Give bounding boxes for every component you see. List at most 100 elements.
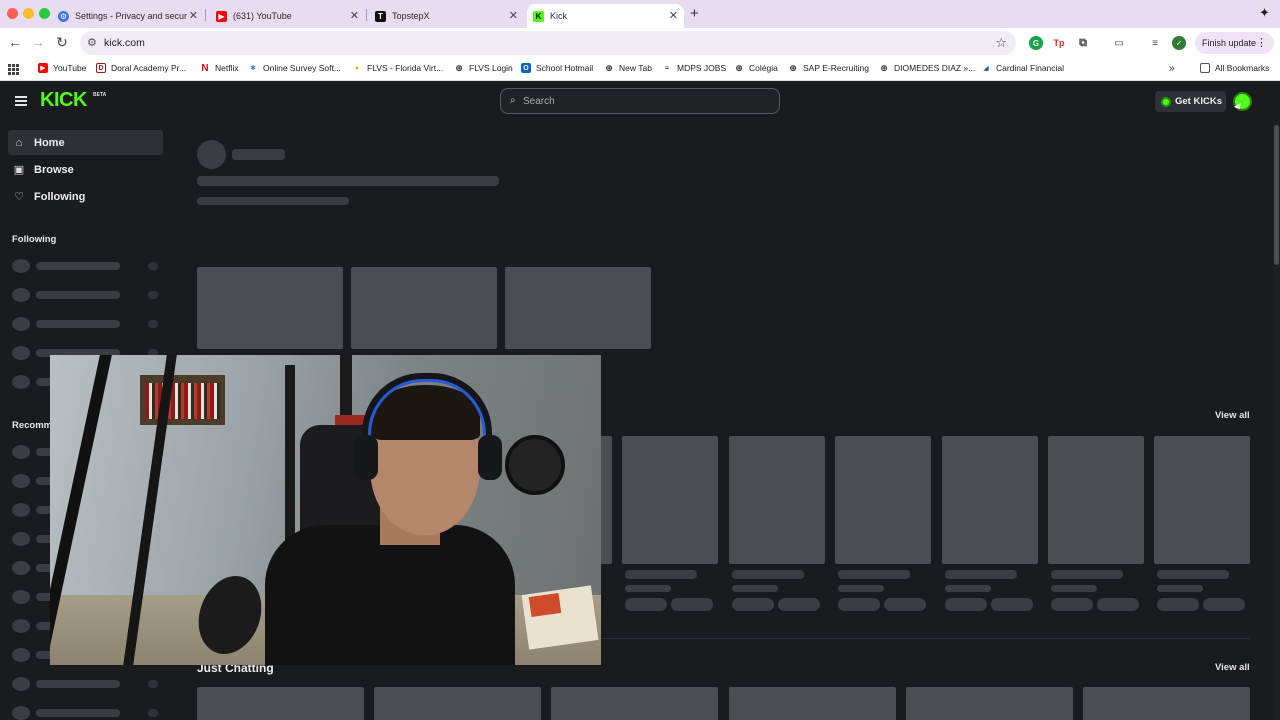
card-tag-skeleton: [884, 598, 926, 611]
just-chatting-card-skeleton[interactable]: [906, 687, 1073, 720]
just-chatting-card-skeleton[interactable]: [729, 687, 896, 720]
url-text[interactable]: kick.com: [104, 37, 145, 49]
view-all-link[interactable]: View all: [1215, 662, 1250, 673]
bookmark-colegia[interactable]: ⊕ Colégia: [734, 63, 778, 74]
featured-meta-skeleton: [197, 197, 349, 205]
card-title-skeleton: [945, 570, 1017, 579]
tab-separator: [205, 9, 206, 21]
stream-card-skeleton[interactable]: [942, 436, 1038, 564]
more-options-icon[interactable]: ⋮: [1256, 36, 1267, 49]
bookmark-sap-e-recruiting[interactable]: ⊕ SAP E-Recruiting: [788, 62, 869, 74]
home-icon: ⌂: [15, 136, 23, 149]
just-chatting-card-skeleton[interactable]: [374, 687, 541, 720]
card-tag-skeleton: [1051, 598, 1093, 611]
card-title-skeleton: [1157, 570, 1229, 579]
youtube-icon: ▶: [38, 63, 48, 73]
globe-icon: ⊕: [880, 62, 888, 73]
kick-logo[interactable]: KICK: [40, 89, 87, 112]
stream-card-skeleton[interactable]: [1154, 436, 1250, 564]
close-tab-icon[interactable]: ✕: [669, 9, 678, 22]
tab-kick[interactable]: K Kick ✕: [527, 4, 684, 28]
card-tag-skeleton: [991, 598, 1033, 611]
sidebar-item-home[interactable]: ⌂ Home: [8, 130, 163, 155]
address-bar[interactable]: ⚙ kick.com ☆: [80, 31, 1016, 55]
netflix-icon: N: [201, 62, 209, 74]
bookmark-cardinal-financial[interactable]: ◢ Cardinal Financial: [981, 63, 1064, 73]
card-meta-skeleton: [1051, 585, 1097, 592]
tab-separator: [366, 9, 367, 21]
page-scrollbar[interactable]: [1273, 121, 1280, 720]
card-meta-skeleton: [732, 585, 778, 592]
stream-card-skeleton[interactable]: [835, 436, 931, 564]
bookmark-flvs-login[interactable]: ⊕ FLVS Login: [454, 63, 513, 74]
menu-icon[interactable]: [15, 96, 27, 106]
globe-icon: ⊕: [789, 62, 797, 73]
stream-card-skeleton[interactable]: [729, 436, 825, 564]
featured-avatar-skeleton: [197, 140, 226, 169]
featured-card-skeleton[interactable]: [197, 267, 343, 349]
search-bar[interactable]: ⌕: [500, 88, 780, 114]
reload-button[interactable]: ↻: [54, 34, 70, 51]
sidebar-skeleton-row: [12, 288, 162, 302]
tab-youtube[interactable]: ▶ (631) YouTube ✕: [210, 4, 365, 28]
stream-card-skeleton[interactable]: [622, 436, 718, 564]
card-tag-skeleton: [778, 598, 820, 611]
maximize-window-button[interactable]: [39, 8, 50, 19]
scrollbar-thumb[interactable]: [1274, 125, 1279, 265]
new-tab-button[interactable]: +: [690, 5, 699, 22]
sidebar-skeleton-row: [12, 317, 162, 331]
tab-search-icon[interactable]: ✦: [1259, 5, 1270, 21]
close-window-button[interactable]: [7, 8, 18, 19]
bookmark-mdps-jobs[interactable]: ≈ MDPS JOBS: [662, 63, 726, 73]
view-all-link[interactable]: View all: [1215, 410, 1250, 421]
card-meta-skeleton: [945, 585, 991, 592]
just-chatting-card-skeleton[interactable]: [1083, 687, 1250, 720]
close-tab-icon[interactable]: ✕: [189, 9, 198, 22]
bookmark-star-icon[interactable]: ☆: [995, 35, 1007, 51]
bookmark-doral-academy[interactable]: D Doral Academy Pr...: [96, 63, 186, 73]
card-meta-skeleton: [838, 585, 884, 592]
more-bookmarks-chevron-icon[interactable]: »: [1169, 63, 1175, 74]
outlook-icon: O: [521, 63, 531, 73]
grammarly-extension-icon[interactable]: G: [1029, 36, 1043, 50]
bookmark-netflix[interactable]: N Netflix: [200, 62, 238, 74]
minimize-window-button[interactable]: [23, 8, 34, 19]
featured-card-skeleton[interactable]: [351, 267, 497, 349]
stream-card-skeleton[interactable]: [1048, 436, 1144, 564]
topstepx-icon: T: [375, 10, 386, 22]
media-controls-icon[interactable]: ≡: [1148, 36, 1162, 50]
card-meta-skeleton: [625, 585, 671, 592]
site-settings-icon[interactable]: ⚙: [87, 36, 97, 49]
extensions-puzzle-icon[interactable]: ⧉: [1076, 36, 1090, 50]
bookmark-youtube[interactable]: ▶ YouTube: [38, 63, 86, 73]
profile-avatar-icon[interactable]: ✓: [1172, 36, 1186, 50]
survey-icon: ✱: [250, 65, 256, 72]
following-heading: Following: [12, 234, 57, 245]
featured-card-skeleton[interactable]: [505, 267, 651, 349]
just-chatting-card-skeleton[interactable]: [197, 687, 364, 720]
just-chatting-card-skeleton[interactable]: [551, 687, 718, 720]
featured-name-skeleton: [232, 149, 285, 160]
finish-update-button[interactable]: Finish update ⋮: [1195, 32, 1274, 54]
sidebar-item-following[interactable]: ♡ Following: [8, 184, 163, 209]
doral-icon: D: [96, 63, 106, 73]
bookmark-school-hotmail[interactable]: O School Hotmail: [521, 63, 593, 73]
apps-grid-icon[interactable]: [8, 64, 19, 75]
search-input[interactable]: [523, 92, 763, 110]
back-button[interactable]: ←: [7, 34, 23, 50]
screen-cast-icon[interactable]: ▭: [1112, 36, 1126, 50]
bookmark-new-tab[interactable]: ⊕ New Tab: [604, 63, 652, 74]
bookmark-diomedes-diaz[interactable]: ⊕ DIOMEDES DIAZ »...: [879, 62, 975, 74]
tab-topstepx[interactable]: T TopstepX ✕: [369, 4, 524, 28]
close-tab-icon[interactable]: ✕: [350, 9, 359, 22]
all-bookmarks-button[interactable]: All Bookmarks: [1200, 63, 1269, 73]
bookmark-online-survey[interactable]: ✱ Online Survey Soft...: [248, 63, 341, 73]
card-tag-skeleton: [732, 598, 774, 611]
get-kicks-button[interactable]: Get KICKs: [1155, 91, 1226, 112]
tab-settings[interactable]: ⚙ Settings - Privacy and securi ✕: [52, 4, 204, 28]
sidebar-item-browse[interactable]: ▣ Browse: [8, 157, 163, 182]
forward-button[interactable]: →: [30, 34, 46, 50]
bookmark-flvs[interactable]: ♦ FLVS - Florida Virt...: [352, 63, 443, 73]
close-tab-icon[interactable]: ✕: [509, 9, 518, 22]
tp-extension-icon[interactable]: Tp: [1052, 36, 1066, 50]
